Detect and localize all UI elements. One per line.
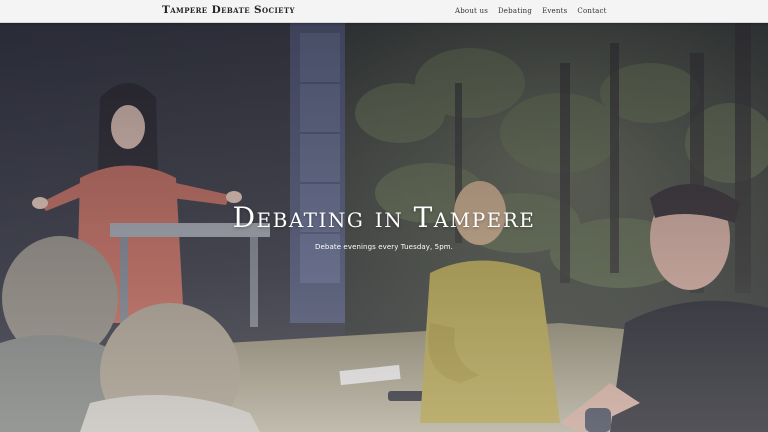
nav-links: About us Debating Events Contact <box>455 7 607 15</box>
top-navbar: Tampere Debate Society About us Debating… <box>0 0 768 23</box>
nav-link-debating[interactable]: Debating <box>498 7 532 15</box>
nav-link-contact[interactable]: Contact <box>577 7 606 15</box>
hero-section: Debating in Tampere Debate evenings ever… <box>0 23 768 432</box>
page: Tampere Debate Society About us Debating… <box>0 0 768 432</box>
site-brand[interactable]: Tampere Debate Society <box>162 4 295 16</box>
hero-subtitle: Debate evenings every Tuesday, 5pm. <box>315 243 453 251</box>
nav-link-events[interactable]: Events <box>542 7 567 15</box>
nav-link-about-us[interactable]: About us <box>455 7 488 15</box>
hero-title: Debating in Tampere <box>232 201 536 234</box>
